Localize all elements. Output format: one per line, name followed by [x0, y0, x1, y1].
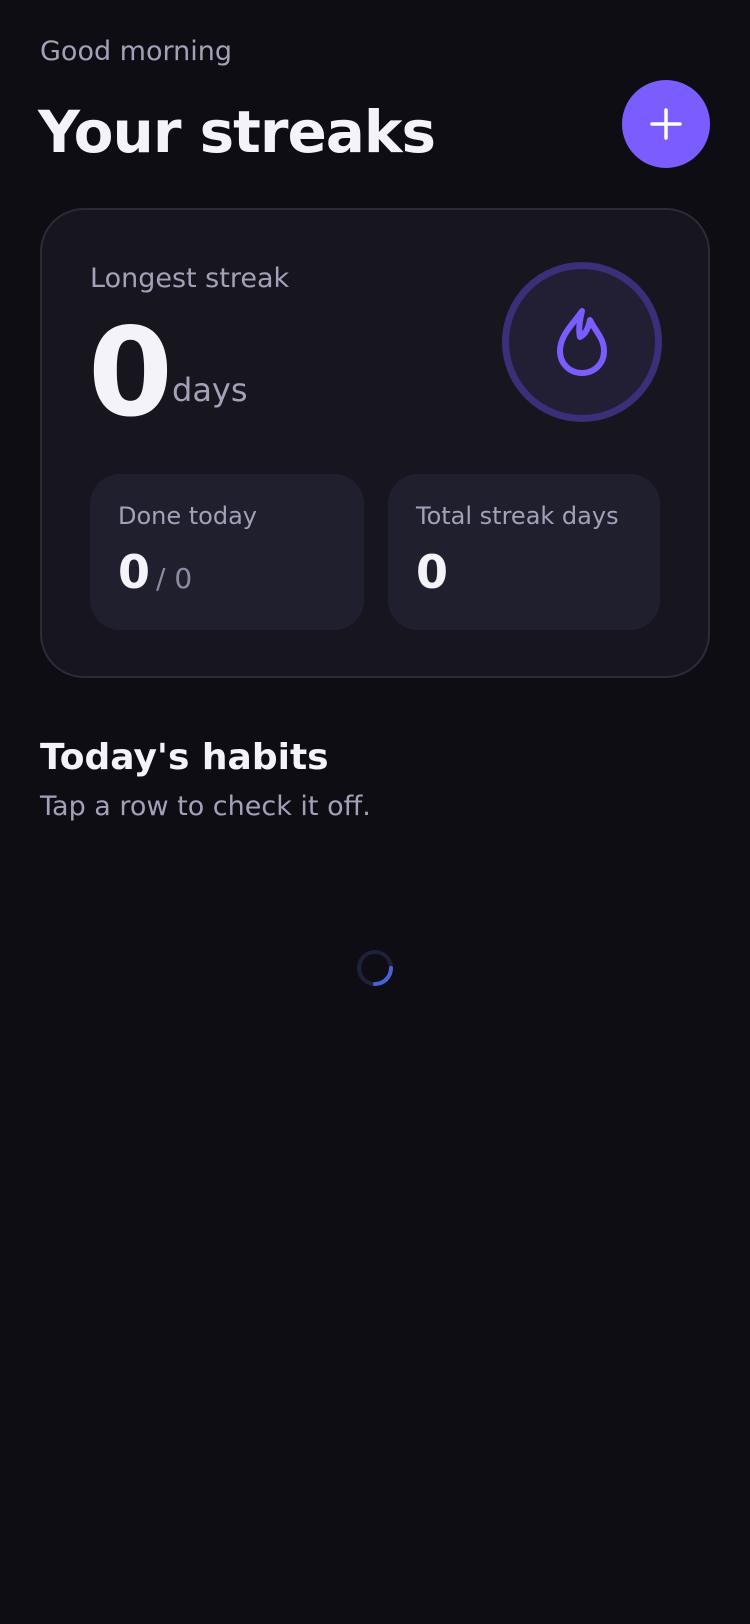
- streak-summary-card: Longest streak 0 days Done today 0/ 0 To…: [40, 208, 710, 678]
- loading-spinner-icon: [357, 950, 393, 986]
- plus-icon: [650, 108, 682, 140]
- longest-streak-unit: days: [172, 371, 248, 409]
- done-today-tile: Done today 0/ 0: [90, 474, 364, 630]
- flame-icon: [557, 308, 607, 376]
- flame-badge: [502, 262, 662, 422]
- add-habit-button[interactable]: [622, 80, 710, 168]
- total-streak-days-value: 0: [416, 545, 449, 599]
- total-streak-days-tile: Total streak days 0: [388, 474, 660, 630]
- total-streak-days-label: Total streak days: [416, 502, 619, 530]
- longest-streak-label: Longest streak: [90, 263, 290, 294]
- greeting: Good morning: [40, 36, 232, 67]
- habits-section-subtitle: Tap a row to check it off.: [40, 791, 371, 822]
- page-title: Your streaks: [38, 98, 436, 166]
- done-today-value: 0: [118, 545, 151, 599]
- habits-section-title: Today's habits: [40, 737, 329, 778]
- done-today-total: / 0: [156, 562, 193, 595]
- longest-streak-value: 0: [88, 302, 173, 444]
- done-today-label: Done today: [118, 502, 258, 530]
